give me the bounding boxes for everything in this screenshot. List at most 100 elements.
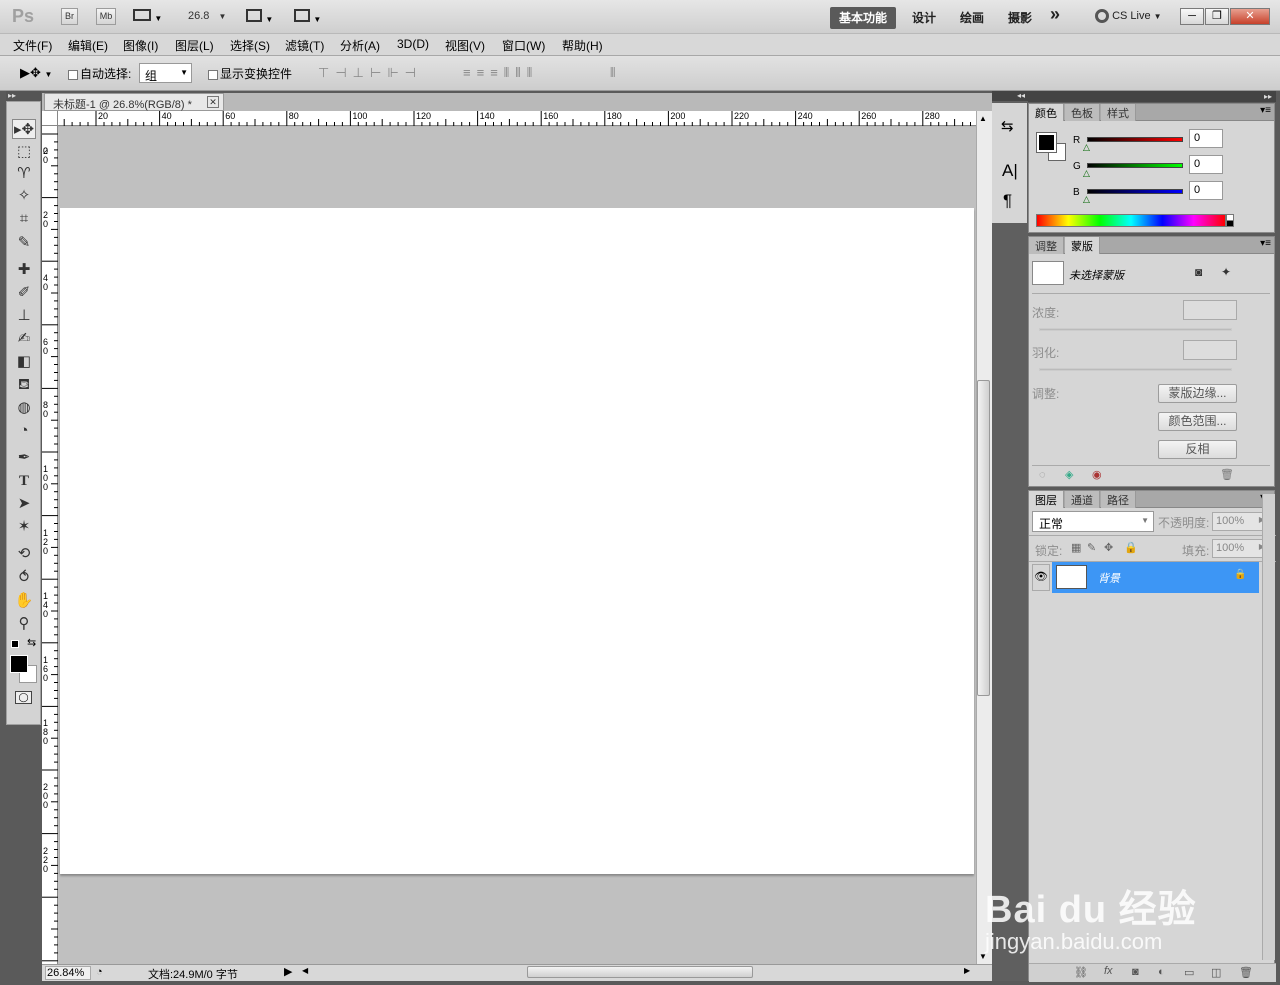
align-bottom-icon[interactable]: ⊥ bbox=[353, 65, 370, 80]
quick-select-tool-icon[interactable]: ✧ bbox=[12, 186, 36, 206]
panel-column-header[interactable]: ▸▸ bbox=[1028, 91, 1276, 102]
path-selection-tool-icon[interactable]: ➤ bbox=[12, 494, 36, 514]
view-extras-button[interactable]: ▼ bbox=[133, 9, 165, 25]
foreground-color-swatch[interactable] bbox=[10, 655, 28, 673]
scroll-down-icon[interactable]: ▼ bbox=[979, 952, 987, 961]
r-slider[interactable] bbox=[1087, 137, 1183, 142]
hand-tool-icon[interactable]: ✋ bbox=[12, 591, 36, 611]
close-button[interactable]: ✕ bbox=[1230, 8, 1270, 25]
eraser-tool-icon[interactable]: ◧ bbox=[12, 352, 36, 372]
lock-all-icon[interactable]: 🔒 bbox=[1124, 541, 1138, 554]
add-pixel-mask-icon[interactable]: ◙ bbox=[1195, 265, 1202, 279]
history-panel-icon[interactable]: ⇆ bbox=[1001, 117, 1014, 135]
workspace-painting[interactable]: 绘画 bbox=[960, 9, 984, 26]
more-workspaces-icon[interactable]: » bbox=[1050, 4, 1060, 25]
document-tab[interactable]: 未标题-1 @ 26.8%(RGB/8) * ✕ bbox=[44, 93, 224, 111]
crop-tool-icon[interactable]: ⌗ bbox=[12, 209, 36, 229]
scroll-left-icon[interactable]: ◀ bbox=[302, 966, 308, 975]
type-tool-icon[interactable]: T bbox=[12, 471, 36, 491]
layer-styles-icon[interactable]: fx bbox=[1104, 965, 1113, 977]
align-right-icon[interactable]: ⊣ bbox=[405, 65, 422, 80]
menu-3d[interactable]: 3D(D) bbox=[397, 37, 429, 51]
g-slider[interactable] bbox=[1087, 163, 1183, 168]
new-group-icon[interactable]: ▭ bbox=[1184, 966, 1194, 979]
minimize-button[interactable]: ─ bbox=[1180, 8, 1204, 25]
restore-button[interactable]: ❐ bbox=[1205, 8, 1229, 25]
menu-layer[interactable]: 图层(L) bbox=[175, 37, 214, 54]
paint-bucket-tool-icon[interactable]: ⛾ bbox=[12, 375, 36, 395]
pen-tool-icon[interactable]: ✒ bbox=[12, 448, 36, 468]
menu-view[interactable]: 视图(V) bbox=[445, 37, 485, 54]
tab-channels[interactable]: 通道 bbox=[1065, 491, 1100, 508]
distribute-hcenter-icon[interactable]: ⫴ bbox=[515, 65, 526, 80]
history-brush-tool-icon[interactable]: ✍ bbox=[12, 329, 36, 349]
disable-mask-icon[interactable]: ◉ bbox=[1092, 468, 1102, 481]
cs-live-button[interactable]: CS Live ▼ bbox=[1095, 9, 1162, 23]
tab-color[interactable]: 颜色 bbox=[1029, 104, 1064, 121]
feather-input[interactable] bbox=[1183, 340, 1237, 360]
fill-input[interactable]: 100%▶ bbox=[1212, 539, 1268, 558]
distribute-right-icon[interactable]: ⫴ bbox=[527, 65, 538, 80]
menu-image[interactable]: 图像(I) bbox=[123, 37, 158, 54]
character-panel-icon[interactable]: A| bbox=[1002, 161, 1018, 181]
dock-header[interactable]: ◂◂ bbox=[992, 91, 1028, 101]
layer-visibility-toggle[interactable]: 👁 bbox=[1032, 564, 1050, 591]
quick-mask-icon[interactable]: ◯ bbox=[15, 691, 32, 704]
b-slider-handle[interactable]: △ bbox=[1083, 194, 1090, 205]
mini-bridge-button[interactable]: Mb bbox=[96, 8, 116, 25]
distribute-bottom-icon[interactable]: ≡ bbox=[490, 65, 504, 80]
arrange-documents-button[interactable]: ▼ bbox=[246, 9, 273, 25]
align-left-icon[interactable]: ⊢ bbox=[370, 65, 387, 80]
auto-select-dropdown[interactable]: 组 ▼ bbox=[139, 63, 192, 83]
auto-select-checkbox[interactable]: 自动选择: bbox=[68, 65, 131, 82]
blend-mode-dropdown[interactable]: 正常 ▼ bbox=[1032, 511, 1154, 532]
tool-preset-picker[interactable]: ▶✥ ▼ bbox=[20, 65, 52, 81]
eyedropper-tool-icon[interactable]: ✎ bbox=[12, 233, 36, 253]
status-icon[interactable]: ◔ bbox=[96, 966, 103, 978]
distribute-top-icon[interactable]: ≡ bbox=[463, 65, 477, 80]
delete-layer-icon[interactable]: 🗑 bbox=[1239, 966, 1253, 979]
zoom-status-field[interactable]: 26.84% bbox=[45, 966, 91, 980]
align-hcenter-icon[interactable]: ⊩ bbox=[387, 65, 404, 80]
align-top-icon[interactable]: ⊤ bbox=[318, 65, 335, 80]
g-slider-handle[interactable]: △ bbox=[1083, 168, 1090, 179]
r-slider-handle[interactable]: △ bbox=[1083, 142, 1090, 153]
brush-tool-icon[interactable]: ✐ bbox=[12, 283, 36, 303]
color-range-button[interactable]: 颜色范围... bbox=[1158, 412, 1237, 431]
invert-button[interactable]: 反相 bbox=[1158, 440, 1237, 459]
apply-mask-icon[interactable]: ◈ bbox=[1065, 468, 1073, 481]
dodge-tool-icon[interactable]: ◔ bbox=[12, 421, 36, 441]
3d-rotate-tool-icon[interactable]: ⟲ bbox=[12, 544, 36, 564]
panel-menu-icon[interactable]: ▾≡ bbox=[1260, 238, 1271, 249]
tab-layers[interactable]: 图层 bbox=[1029, 491, 1064, 508]
new-layer-icon[interactable]: ◫ bbox=[1211, 966, 1221, 979]
panel-menu-icon[interactable]: ▾≡ bbox=[1260, 105, 1271, 116]
healing-brush-tool-icon[interactable]: ✚ bbox=[12, 260, 36, 280]
paragraph-panel-icon[interactable]: ¶ bbox=[1003, 191, 1012, 211]
delete-mask-icon[interactable]: 🗑 bbox=[1220, 468, 1234, 481]
add-vector-mask-icon[interactable]: ✦ bbox=[1221, 265, 1231, 279]
move-tool-icon[interactable]: ▸✥ bbox=[12, 119, 36, 139]
tab-styles[interactable]: 样式 bbox=[1101, 104, 1136, 121]
ruler-origin[interactable] bbox=[42, 111, 58, 126]
vertical-scroll-thumb[interactable] bbox=[977, 380, 990, 696]
menu-window[interactable]: 窗口(W) bbox=[502, 37, 545, 54]
add-layer-mask-icon[interactable]: ◙ bbox=[1132, 966, 1139, 978]
default-colors-icon[interactable] bbox=[11, 640, 19, 648]
tab-swatches[interactable]: 色板 bbox=[1065, 104, 1100, 121]
g-value-input[interactable]: 0 bbox=[1189, 155, 1223, 174]
density-slider[interactable] bbox=[1039, 328, 1232, 331]
scroll-right-icon[interactable]: ▶ bbox=[964, 966, 970, 975]
auto-align-icon[interactable]: ⫴ bbox=[610, 65, 615, 81]
mask-edge-button[interactable]: 蒙版边缘... bbox=[1158, 384, 1237, 403]
workspace-photography[interactable]: 摄影 bbox=[1008, 9, 1032, 26]
scroll-up-icon[interactable]: ▲ bbox=[979, 114, 987, 123]
show-transform-checkbox[interactable]: 显示变换控件 bbox=[208, 65, 292, 82]
link-layers-icon[interactable]: ⛓ bbox=[1074, 966, 1088, 979]
toolbox-header[interactable]: ▸▸ bbox=[6, 91, 41, 101]
lock-position-icon[interactable]: ✥ bbox=[1104, 541, 1113, 554]
document-canvas[interactable] bbox=[60, 208, 974, 874]
screen-mode-button[interactable]: ▼ bbox=[294, 9, 321, 25]
feather-slider[interactable] bbox=[1039, 368, 1232, 371]
color-fg-swatch[interactable] bbox=[1036, 132, 1057, 153]
